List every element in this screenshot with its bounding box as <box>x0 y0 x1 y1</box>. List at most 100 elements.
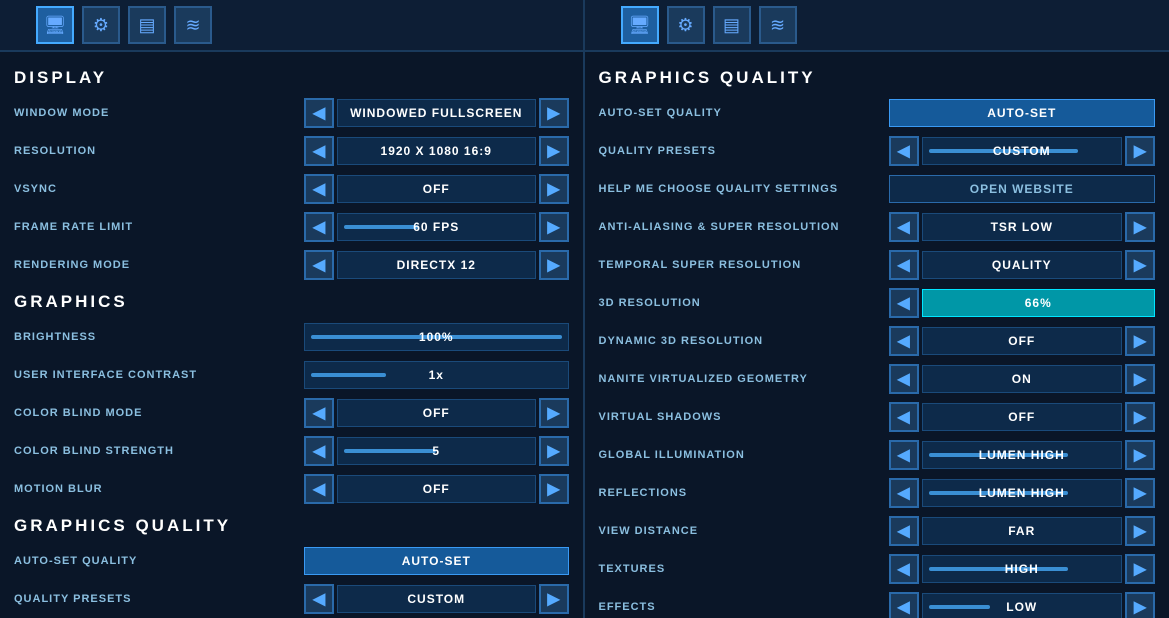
right-arrow-dynamic-3d-res[interactable]: ▶ <box>1125 326 1155 356</box>
right-arrow-nanite-virt-geo[interactable]: ▶ <box>1125 364 1155 394</box>
left-arrow-dynamic-3d-res[interactable]: ◀ <box>889 326 919 356</box>
right-arrow-window-mode[interactable]: ▶ <box>539 98 569 128</box>
bar-color-blind-mode: OFF <box>337 399 536 427</box>
control-anti-aliasing-right: ◀TSR LOW▶ <box>889 212 1156 242</box>
label-color-blind-strength: COLOR BLIND STRENGTH <box>14 445 304 457</box>
left-arrow-temporal-super-res[interactable]: ◀ <box>889 250 919 280</box>
control-dynamic-3d-res: ◀OFF▶ <box>889 326 1156 356</box>
nav-icon-person-right[interactable]: ≋ <box>759 6 797 44</box>
left-arrow-virtual-shadows[interactable]: ◀ <box>889 402 919 432</box>
left-arrow-frame-rate-limit[interactable]: ◀ <box>304 212 334 242</box>
right-arrow-color-blind-strength[interactable]: ▶ <box>539 436 569 466</box>
control-auto-set-quality-right: AUTO-SET <box>889 99 1156 127</box>
label-quality-presets-left: QUALITY PRESETS <box>14 593 304 605</box>
left-arrow-quality-presets-left[interactable]: ◀ <box>304 584 334 614</box>
nav-icon-person-left[interactable]: ≋ <box>174 6 212 44</box>
right-arrow-virtual-shadows[interactable]: ▶ <box>1125 402 1155 432</box>
setting-row-quality-presets-right: QUALITY PRESETS◀CUSTOM▶ <box>599 134 1156 168</box>
bar-motion-blur: OFF <box>337 475 536 503</box>
right-arrow-color-blind-mode[interactable]: ▶ <box>539 398 569 428</box>
control-3d-resolution: ◀66% <box>889 288 1156 318</box>
bar-brightness[interactable]: 100% <box>304 323 569 351</box>
nav-left: 🖥 ⚙ ▤ ≋ <box>0 0 585 50</box>
right-arrow-reflections[interactable]: ▶ <box>1125 478 1155 508</box>
left-arrow-vsync[interactable]: ◀ <box>304 174 334 204</box>
right-arrow-rendering-mode[interactable]: ▶ <box>539 250 569 280</box>
right-arrow-resolution[interactable]: ▶ <box>539 136 569 166</box>
left-arrow-reflections[interactable]: ◀ <box>889 478 919 508</box>
right-arrow-frame-rate-limit[interactable]: ▶ <box>539 212 569 242</box>
setting-row-frame-rate-limit: FRAME RATE LIMIT◀60 FPS▶ <box>14 210 569 244</box>
nav-icon-monitor-right[interactable]: 🖥 <box>621 6 659 44</box>
left-arrow-resolution[interactable]: ◀ <box>304 136 334 166</box>
right-arrow-textures[interactable]: ▶ <box>1125 554 1155 584</box>
label-nanite-virt-geo: NANITE VIRTUALIZED GEOMETRY <box>599 373 889 385</box>
left-arrow-nanite-virt-geo[interactable]: ◀ <box>889 364 919 394</box>
right-arrow-anti-aliasing-right[interactable]: ▶ <box>1125 212 1155 242</box>
value-quality-presets-left: CUSTOM <box>337 585 536 613</box>
value-textures: HIGH <box>923 562 1122 576</box>
right-arrow-temporal-super-res[interactable]: ▶ <box>1125 250 1155 280</box>
label-color-blind-mode: COLOR BLIND MODE <box>14 407 304 419</box>
setting-row-vsync: VSYNC◀OFF▶ <box>14 172 569 206</box>
label-window-mode: WINDOW MODE <box>14 107 304 119</box>
right-arrow-quality-presets-left[interactable]: ▶ <box>539 584 569 614</box>
value-auto-set-quality-left[interactable]: AUTO-SET <box>304 547 569 575</box>
control-effects: ◀ LOW▶ <box>889 592 1156 618</box>
section-header-display: DISPLAY <box>14 62 569 96</box>
label-global-illumination: GLOBAL ILLUMINATION <box>599 449 889 461</box>
right-arrow-effects[interactable]: ▶ <box>1125 592 1155 618</box>
right-arrow-motion-blur[interactable]: ▶ <box>539 474 569 504</box>
value-help-me-right: OPEN WEBSITE <box>889 175 1156 203</box>
left-arrow-effects[interactable]: ◀ <box>889 592 919 618</box>
value-effects: LOW <box>923 600 1122 614</box>
left-arrow-motion-blur[interactable]: ◀ <box>304 474 334 504</box>
label-frame-rate-limit: FRAME RATE LIMIT <box>14 221 304 233</box>
nav-icon-layout-right[interactable]: ▤ <box>713 6 751 44</box>
label-vsync: VSYNC <box>14 183 304 195</box>
nav-icon-monitor-left[interactable]: 🖥 <box>36 6 74 44</box>
label-effects: EFFECTS <box>599 601 889 613</box>
left-arrow-textures[interactable]: ◀ <box>889 554 919 584</box>
left-panel: DISPLAYWINDOW MODE◀WINDOWED FULLSCREEN▶ R… <box>0 52 585 618</box>
control-reflections: ◀LUMEN HIGH▶ <box>889 478 1156 508</box>
bar-user-interface-contrast[interactable]: 1x <box>304 361 569 389</box>
value-anti-aliasing-right: TSR LOW <box>922 213 1123 241</box>
nav-icon-gear-right[interactable]: ⚙ <box>667 6 705 44</box>
section-header-graphics-quality-right: GRAPHICS QUALITY <box>599 62 1156 96</box>
setting-row-window-mode: WINDOW MODE◀WINDOWED FULLSCREEN▶ <box>14 96 569 130</box>
setting-row-auto-set-quality-left: AUTO-SET QUALITYAUTO-SET <box>14 544 569 578</box>
nav-icon-gear-left[interactable]: ⚙ <box>82 6 120 44</box>
control-quality-presets-left: ◀CUSTOM▶ <box>304 584 569 614</box>
right-panel: GRAPHICS QUALITYAUTO-SET QUALITYAUTO-SET… <box>585 52 1169 618</box>
section-header-graphics-quality-left: GRAPHICS QUALITY <box>14 510 569 544</box>
left-arrow-quality-presets-right[interactable]: ◀ <box>889 136 919 166</box>
value-global-illumination: LUMEN HIGH <box>923 448 1122 462</box>
label-view-distance: VIEW DISTANCE <box>599 525 889 537</box>
label-temporal-super-res: TEMPORAL SUPER RESOLUTION <box>599 259 889 271</box>
left-arrow-window-mode[interactable]: ◀ <box>304 98 334 128</box>
left-arrow-view-distance[interactable]: ◀ <box>889 516 919 546</box>
left-arrow-color-blind-strength[interactable]: ◀ <box>304 436 334 466</box>
value-vsync: OFF <box>337 175 536 203</box>
left-arrow-rendering-mode[interactable]: ◀ <box>304 250 334 280</box>
value-3d-resolution: 66% <box>922 289 1156 317</box>
value-view-distance: FAR <box>922 517 1123 545</box>
label-brightness: BRIGHTNESS <box>14 331 304 343</box>
setting-row-resolution: RESOLUTION◀1920 X 1080 16:9▶ <box>14 134 569 168</box>
left-arrow-anti-aliasing-right[interactable]: ◀ <box>889 212 919 242</box>
setting-row-motion-blur: MOTION BLUR◀OFF▶ <box>14 472 569 506</box>
left-arrow-color-blind-mode[interactable]: ◀ <box>304 398 334 428</box>
value-auto-set-quality-right[interactable]: AUTO-SET <box>889 99 1156 127</box>
left-arrow-3d-resolution[interactable]: ◀ <box>889 288 919 318</box>
value-dynamic-3d-res: OFF <box>922 327 1123 355</box>
right-arrow-global-illumination[interactable]: ▶ <box>1125 440 1155 470</box>
label-anti-aliasing-right: ANTI-ALIASING & SUPER RESOLUTION <box>599 221 889 233</box>
left-arrow-global-illumination[interactable]: ◀ <box>889 440 919 470</box>
control-temporal-super-res: ◀QUALITY▶ <box>889 250 1156 280</box>
right-arrow-view-distance[interactable]: ▶ <box>1125 516 1155 546</box>
right-arrow-quality-presets-right[interactable]: ▶ <box>1125 136 1155 166</box>
label-user-interface-contrast: USER INTERFACE CONTRAST <box>14 369 304 381</box>
nav-icon-layout-left[interactable]: ▤ <box>128 6 166 44</box>
right-arrow-vsync[interactable]: ▶ <box>539 174 569 204</box>
